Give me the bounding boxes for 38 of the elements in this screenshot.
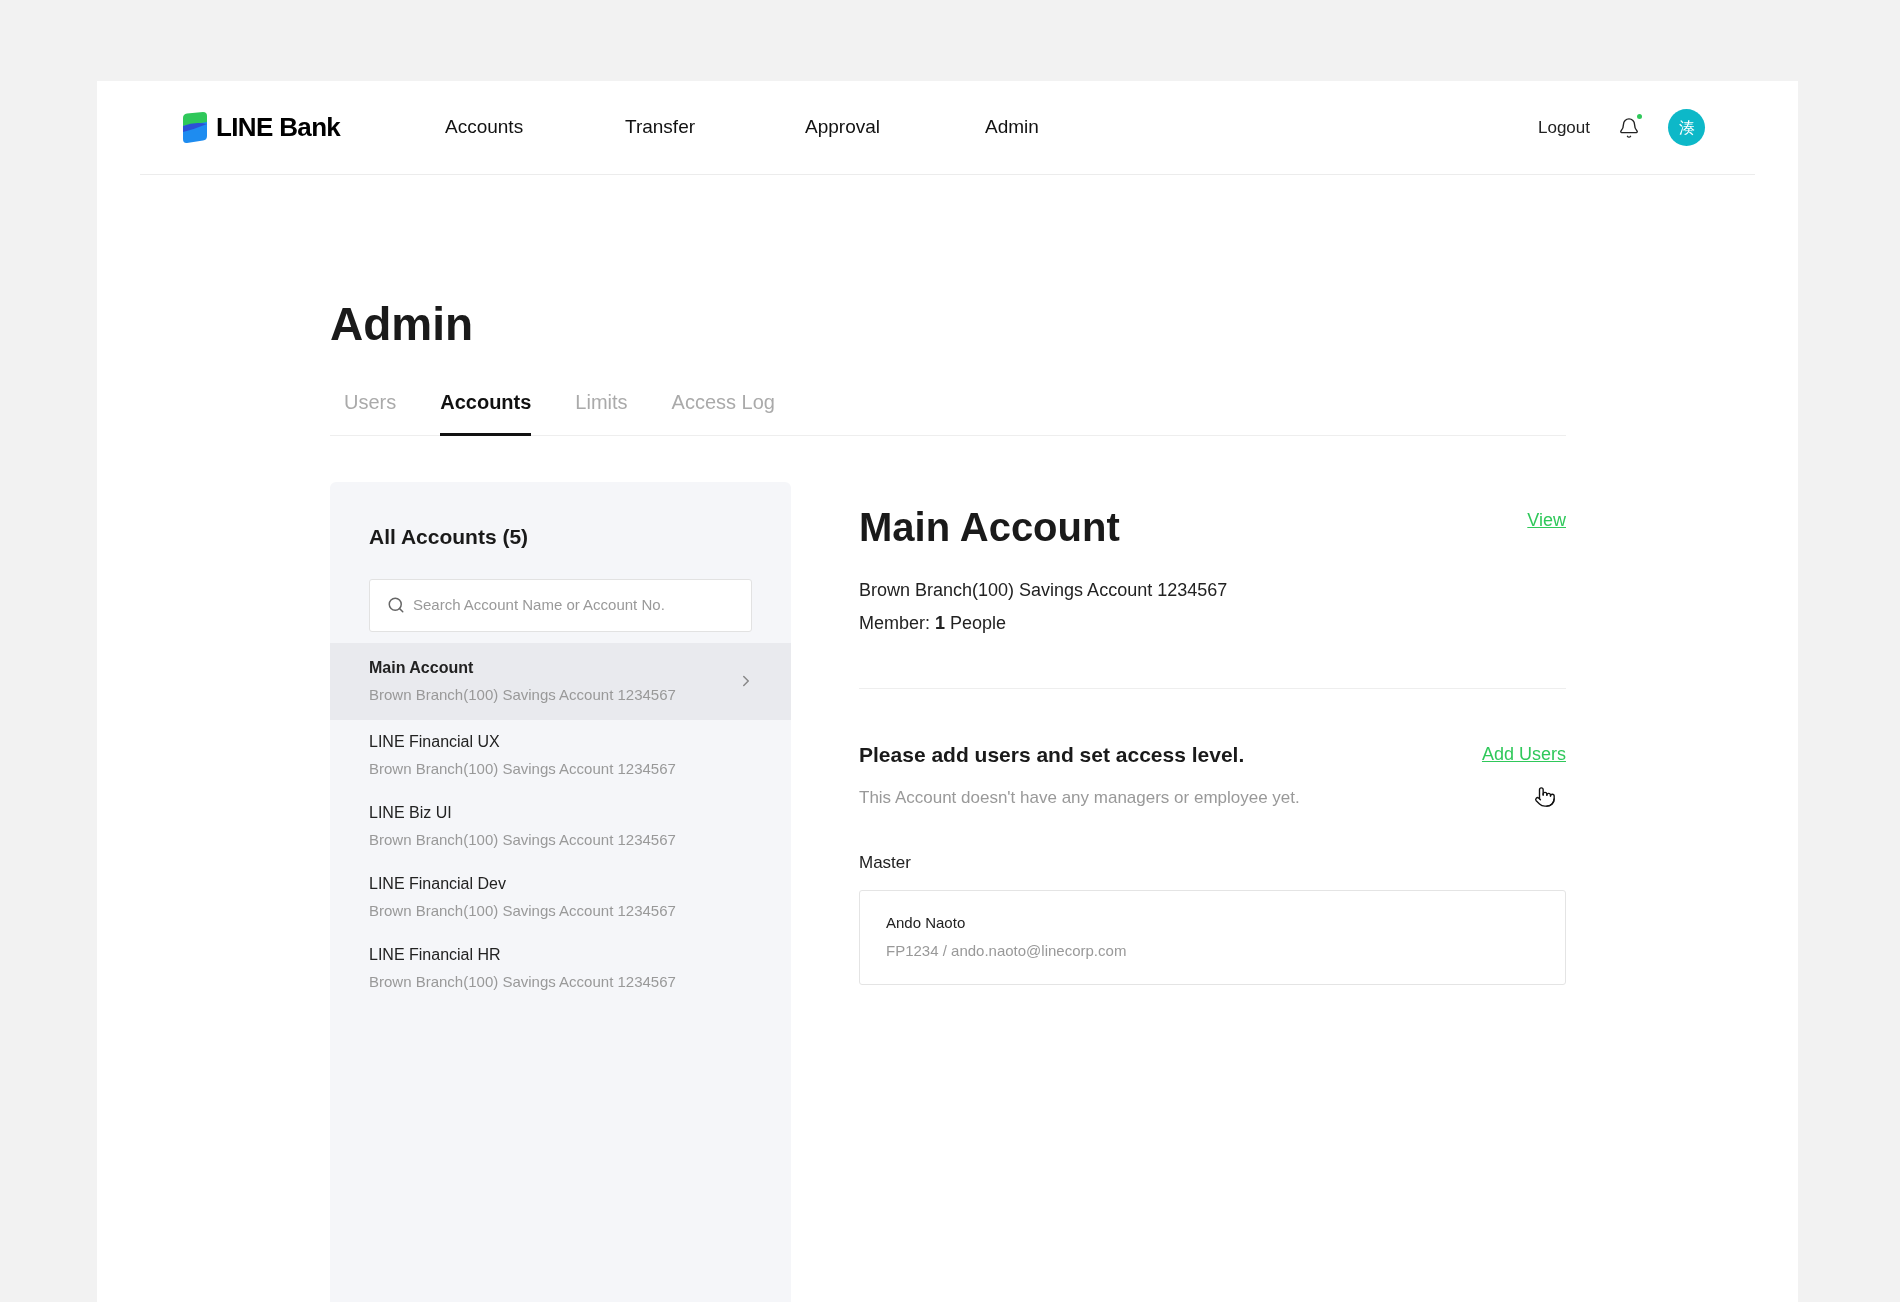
account-list-item[interactable]: LINE Biz UI Brown Branch(100) Savings Account 1234567: [330, 790, 791, 862]
account-detail: Brown Branch(100) Savings Account 1234567: [369, 971, 677, 992]
sidebar-title: All Accounts (5): [369, 524, 530, 550]
search-field[interactable]: Search Account Name or Account No.: [369, 578, 752, 632]
logo-text: LINE Bank: [216, 111, 341, 144]
master-label: Master: [859, 852, 912, 874]
account-name: Main Account: [369, 657, 475, 678]
page-title: Admin: [330, 301, 475, 347]
account-detail: Brown Branch(100) Savings Account 1234567: [369, 900, 677, 921]
master-name: Ando Naoto: [886, 912, 967, 933]
account-detail: Brown Branch(100) Savings Account 1234567: [369, 829, 677, 850]
empty-note: This Account doesn't have any managers or employee yet.: [859, 786, 1301, 809]
account-list-item[interactable]: Main Account Brown Branch(100) Savings Account 1234567: [330, 642, 791, 720]
account-detail: Brown Branch(100) Savings Account 1234567: [369, 684, 677, 705]
account-list-item[interactable]: LINE Financial Dev Brown Branch(100) Savings Account 1234567: [330, 861, 791, 933]
member-count: Member: 1 People: [859, 612, 1008, 635]
prompt-title: Please add users and set access level.: [859, 742, 1246, 768]
master-info: FP1234 / ando.naoto@linecorp.com: [886, 941, 1128, 961]
account-name: LINE Financial HR: [369, 944, 502, 965]
account-name: LINE Financial UX: [369, 731, 501, 752]
bell-icon: [1618, 116, 1640, 139]
account-list-item[interactable]: LINE Financial HR Brown Branch(100) Savings Account 1234567: [330, 932, 791, 1004]
account-title: Main Account: [859, 507, 1121, 547]
logout-link[interactable]: Logout: [1538, 114, 1590, 141]
nav-link[interactable]: Approval: [805, 113, 985, 142]
account-name: LINE Biz UI: [369, 802, 453, 823]
nav-link[interactable]: Admin: [985, 113, 1165, 142]
search-input[interactable]: Search Account Name or Account No.: [413, 593, 734, 617]
tab[interactable]: Accounts: [440, 387, 532, 436]
nav-link[interactable]: Transfer: [625, 113, 805, 142]
search-icon: [387, 596, 405, 614]
account-detail: Brown Branch(100) Savings Account 1234567: [369, 758, 677, 779]
hand-pointer-icon: [1534, 786, 1556, 809]
account-name: LINE Financial Dev: [369, 873, 507, 894]
account-info: Brown Branch(100) Savings Account 1234567: [859, 579, 1229, 602]
account-list-item[interactable]: LINE Financial UX Brown Branch(100) Savings Account 1234567: [330, 719, 791, 791]
logo-icon: [182, 111, 208, 144]
nav-link[interactable]: Accounts: [445, 113, 625, 142]
